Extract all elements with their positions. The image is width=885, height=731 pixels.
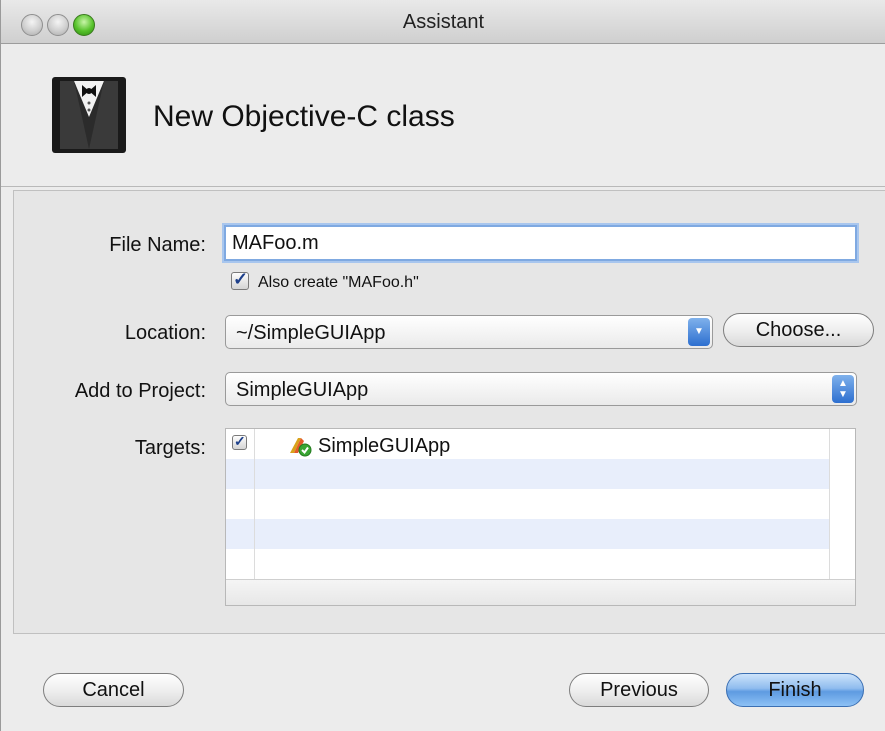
column-divider <box>254 429 255 579</box>
add-to-project-value: SimpleGUIApp <box>236 379 369 401</box>
tuxedo-icon <box>52 77 126 153</box>
table-row <box>226 459 830 489</box>
checkmark-icon: ✓ <box>234 433 246 449</box>
title-bar[interactable]: Assistant <box>1 0 885 44</box>
file-name-label: File Name: <box>109 234 206 256</box>
finish-button[interactable]: Finish <box>726 673 864 707</box>
application-target-icon <box>290 438 312 457</box>
location-value: ~/SimpleGUIApp <box>236 322 386 344</box>
window-title: Assistant <box>402 11 485 33</box>
add-to-project-label: Add to Project: <box>74 380 206 402</box>
up-down-arrows-icon: ▲ ▼ <box>832 375 854 403</box>
vertical-scrollbar[interactable] <box>829 429 855 579</box>
add-to-project-popup[interactable]: SimpleGUIApp ▲ ▼ <box>225 372 857 406</box>
table-row <box>226 489 830 519</box>
table-row[interactable]: ✓ SimpleGUIApp <box>226 429 830 459</box>
location-popup[interactable]: ~/SimpleGUIApp ▼ <box>225 315 713 349</box>
table-row <box>226 549 830 579</box>
cancel-button[interactable]: Cancel <box>43 673 184 707</box>
location-label: Location: <box>124 322 206 344</box>
target-name: SimpleGUIApp <box>318 435 451 457</box>
file-name-field[interactable]: MAFoo.m <box>224 225 857 261</box>
table-row <box>226 519 830 549</box>
targets-list[interactable]: ✓ SimpleGUIApp <box>225 428 856 606</box>
also-create-header-label: Also create "MAFoo.h" <box>258 274 419 291</box>
targets-label: Targets: <box>134 437 206 459</box>
assistant-window: Assistant New Objective-C class File Nam… <box>0 0 885 731</box>
target-checkbox[interactable]: ✓ <box>232 433 247 450</box>
page-title: New Objective-C class <box>153 100 455 133</box>
list-footer <box>226 579 855 605</box>
chevron-down-icon: ▼ <box>688 318 710 346</box>
also-create-header-checkbox[interactable]: ✓ <box>231 269 249 290</box>
previous-button[interactable]: Previous <box>569 673 709 707</box>
checkmark-icon: ✓ <box>233 269 249 289</box>
choose-button[interactable]: Choose... <box>723 313 874 347</box>
